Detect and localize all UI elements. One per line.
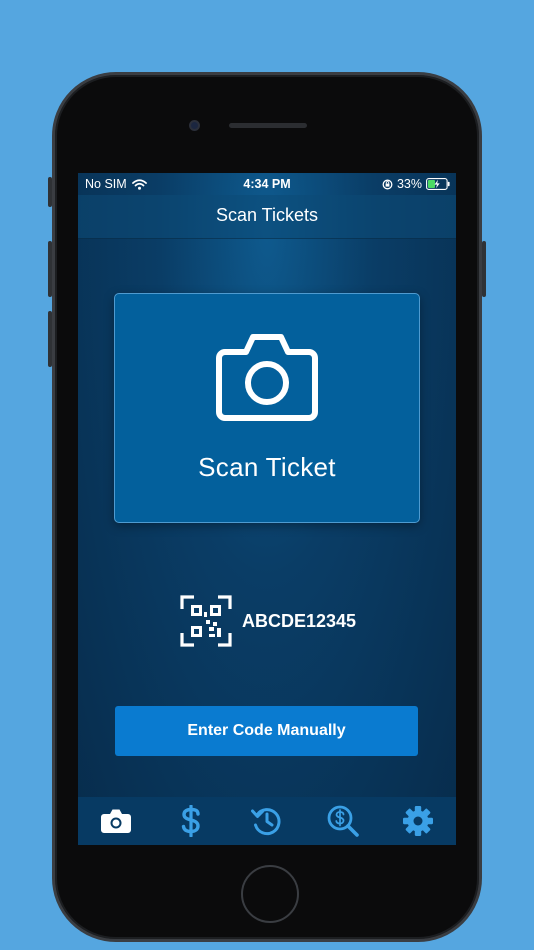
tab-bar: [78, 797, 456, 845]
status-bar: No SIM 4:34 PM 33%: [78, 173, 456, 195]
side-button-volume-down: [48, 311, 52, 367]
tab-settings[interactable]: [380, 797, 456, 845]
page-title: Scan Tickets: [215, 205, 319, 225]
ticket-code-example: ABCDE12345: [180, 595, 356, 647]
search-dollar-icon: [327, 805, 359, 837]
dollar-icon: [182, 805, 201, 837]
history-icon: [250, 808, 281, 836]
earpiece-speaker: [229, 123, 307, 128]
phone-frame: No SIM 4:34 PM 33% Scan Tickets Scan Tic…: [48, 72, 486, 942]
front-camera: [189, 120, 200, 131]
enter-code-manually-button[interactable]: Enter Code Manually: [115, 706, 418, 756]
tab-scan[interactable]: [78, 797, 154, 845]
ticket-code-text: ABCDE12345: [242, 610, 357, 631]
status-right: 33%: [382, 177, 450, 191]
side-button-silent: [48, 177, 52, 207]
tab-payouts[interactable]: [154, 797, 230, 845]
camera-icon: [216, 334, 318, 421]
battery-percent: 33%: [396, 177, 422, 191]
navigation-bar: Scan Tickets: [78, 195, 456, 239]
app-screen: No SIM 4:34 PM 33% Scan Tickets Scan Tic…: [78, 173, 456, 845]
battery-charging-icon: [426, 178, 450, 190]
home-button[interactable]: [241, 865, 299, 923]
orientation-lock-icon: [382, 179, 393, 189]
tab-check-winnings[interactable]: [305, 797, 381, 845]
tab-history[interactable]: [229, 797, 305, 845]
gear-icon: [403, 806, 434, 836]
side-button-power: [482, 241, 486, 297]
side-button-volume-up: [48, 241, 52, 297]
scan-ticket-label: Scan Ticket: [198, 452, 336, 482]
camera-icon: [100, 809, 131, 833]
scan-ticket-button[interactable]: Scan Ticket: [114, 293, 420, 523]
qr-code-icon: [180, 595, 232, 647]
